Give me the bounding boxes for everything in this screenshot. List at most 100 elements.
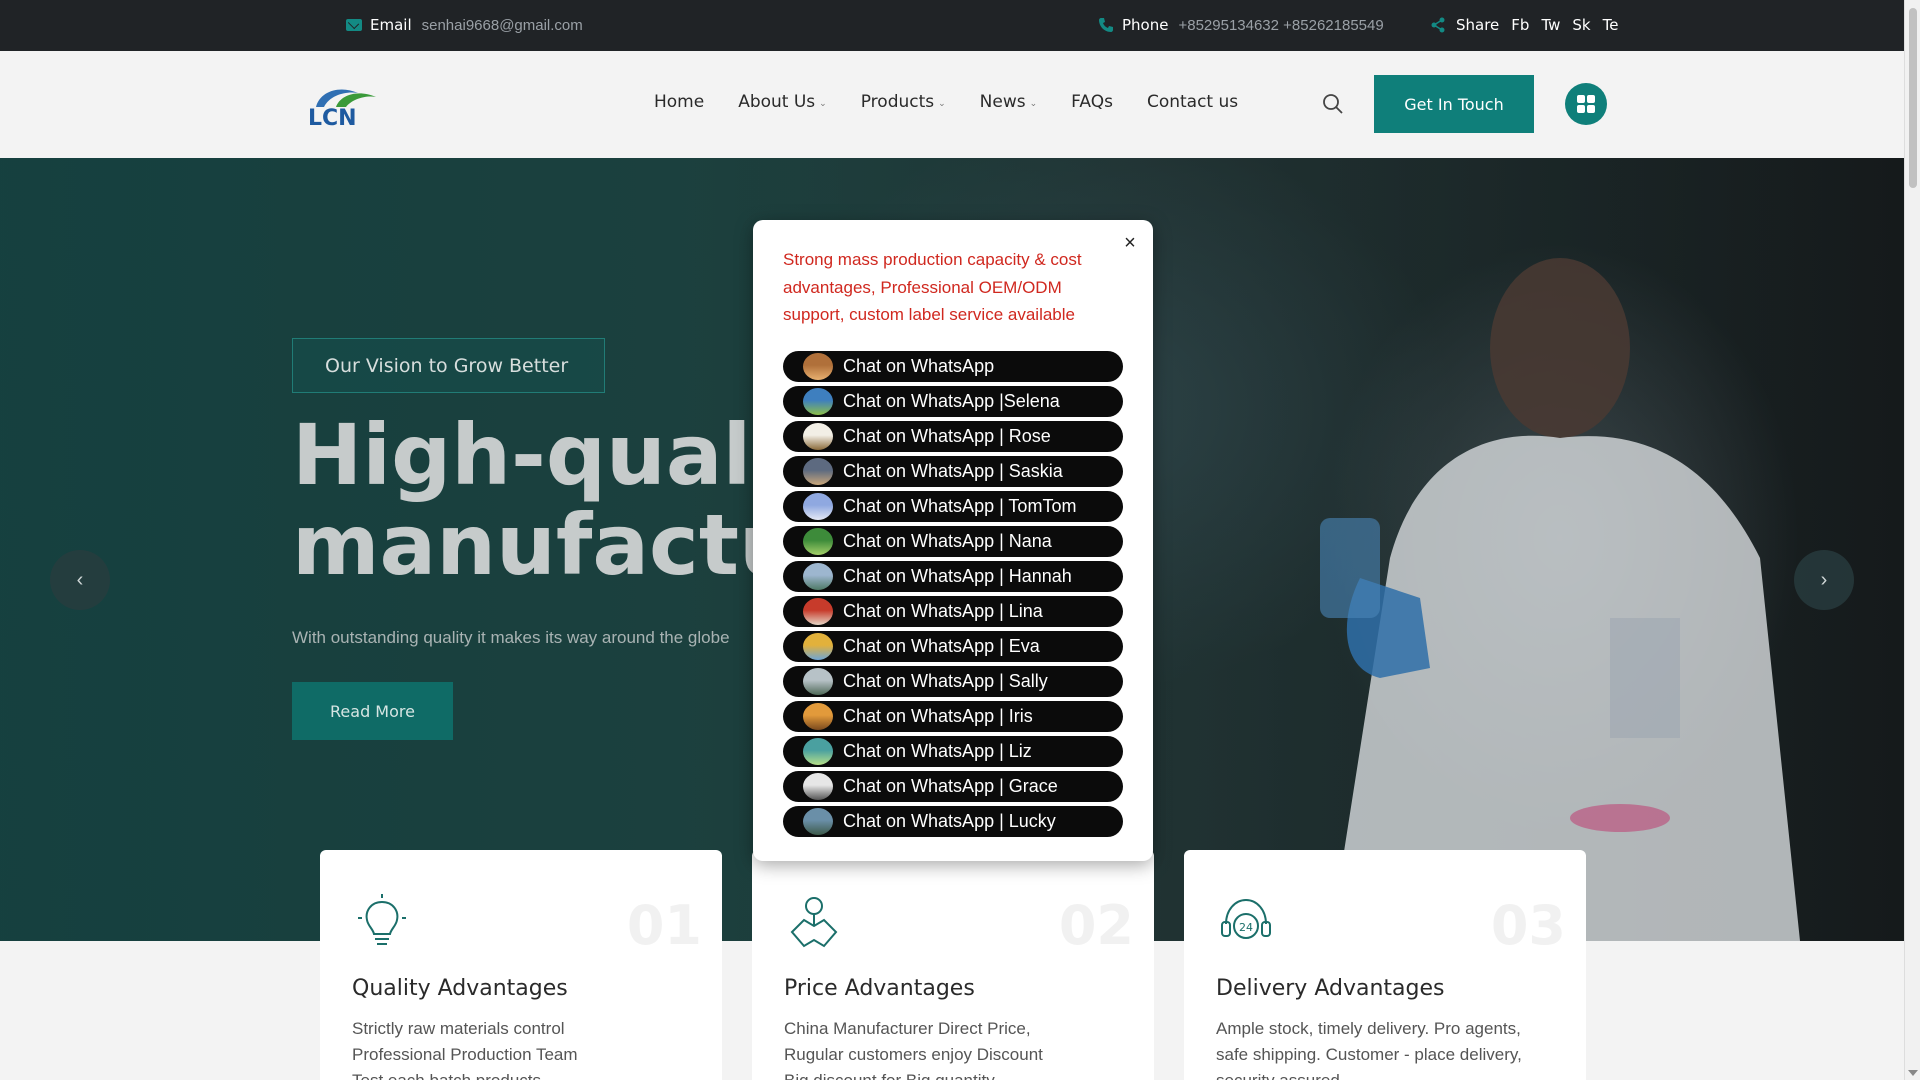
popup-message: Strong mass production capacity & cost a…	[783, 250, 1082, 324]
share-link-sk[interactable]: Sk	[1572, 16, 1590, 34]
avatar	[803, 528, 833, 555]
get-in-touch-button[interactable]: Get In Touch	[1374, 75, 1534, 133]
share-link-fb[interactable]: Fb	[1511, 16, 1529, 34]
avatar	[803, 598, 833, 625]
whatsapp-chat-button[interactable]: Chat on WhatsApp | TomTom	[783, 491, 1123, 522]
topbar-phone[interactable]: Phone +85295134632 +85262185549	[1098, 16, 1384, 34]
card-line: Professional Production Team	[352, 1045, 578, 1064]
whatsapp-chat-button[interactable]: Chat on WhatsApp | Lucky	[783, 806, 1123, 837]
hero-headline-line2: manufactur	[292, 496, 792, 590]
whatsapp-chat-label: Chat on WhatsApp | Sally	[843, 671, 1048, 691]
whatsapp-chat-button[interactable]: Chat on WhatsApp | Iris	[783, 701, 1123, 732]
scrollbar-thumb[interactable]	[1909, 8, 1917, 188]
card-line: Rugular customers enjoy Discount	[784, 1045, 1043, 1064]
card-title: Price Advantages	[784, 976, 975, 1001]
chevron-right-icon: ›	[1820, 568, 1828, 591]
whatsapp-chat-label: Chat on WhatsApp | Iris	[843, 706, 1033, 726]
whatsapp-chat-label: Chat on WhatsApp	[843, 356, 995, 376]
share-link-te[interactable]: Te	[1603, 16, 1619, 34]
advantage-card: 02 Price Advantages China Manufacturer D…	[752, 850, 1154, 1080]
grid-menu-button[interactable]	[1565, 83, 1607, 125]
nav-contact-us-label: Contact us	[1146, 92, 1239, 112]
advantage-card: 01 Quality Advantages Strictly raw mater…	[320, 850, 722, 1080]
topbar-share: Share Fb Tw Sk Te	[1430, 16, 1620, 34]
email-value[interactable]: senhai9668@gmail.com	[422, 17, 583, 34]
scroll-down-arrow-icon[interactable]	[1908, 1070, 1918, 1076]
whatsapp-chat-button[interactable]: Chat on WhatsApp | Liz	[783, 736, 1123, 767]
card-number: 02	[1058, 894, 1134, 957]
card-line: Test each batch products	[352, 1068, 578, 1080]
avatar	[803, 388, 833, 415]
slider-prev-button[interactable]: ‹	[50, 550, 110, 610]
whatsapp-chat-button[interactable]: Chat on WhatsApp | Grace	[783, 771, 1123, 802]
avatar	[803, 808, 833, 835]
whatsapp-chat-button[interactable]: Chat on WhatsApp | Sally	[783, 666, 1123, 697]
avatar	[803, 423, 833, 450]
phone-value[interactable]: +85295134632 +85262185549	[1178, 17, 1383, 34]
page-scrollbar[interactable]	[1904, 0, 1920, 1080]
grid-icon	[1577, 95, 1595, 113]
card-title: Delivery Advantages	[1216, 976, 1445, 1001]
whatsapp-chat-button[interactable]: Chat on WhatsApp | Eva	[783, 631, 1123, 662]
whatsapp-chat-label: Chat on WhatsApp | Eva	[843, 636, 1040, 656]
card-description: Ample stock, timely delivery. Pro agents…	[1216, 1016, 1522, 1080]
whatsapp-contact-list: Chat on WhatsApp Chat on WhatsApp |Selen…	[783, 351, 1123, 841]
share-label: Share	[1456, 16, 1500, 34]
whatsapp-chat-button[interactable]: Chat on WhatsApp | Saskia	[783, 456, 1123, 487]
whatsapp-chat-button[interactable]: Chat on WhatsApp |Selena	[783, 386, 1123, 417]
avatar	[803, 668, 833, 695]
read-more-button[interactable]: Read More	[292, 682, 453, 740]
phone-label: Phone	[1122, 16, 1169, 34]
search-icon[interactable]	[1322, 93, 1344, 115]
nav-products[interactable]: Products ⌄	[861, 92, 946, 112]
nav-home-label: Home	[654, 92, 705, 112]
whatsapp-chat-button[interactable]: Chat on WhatsApp | Hannah	[783, 561, 1123, 592]
hero-headline: High-qualit manufactur	[292, 410, 792, 590]
logo[interactable]: LCN	[306, 83, 386, 127]
email-label: Email	[370, 16, 412, 34]
whatsapp-chat-button[interactable]: Chat on WhatsApp | Lina	[783, 596, 1123, 627]
chevron-down-icon: ⌄	[938, 99, 946, 109]
share-link-tw[interactable]: Tw	[1541, 16, 1560, 34]
whatsapp-chat-button[interactable]: Chat on WhatsApp | Rose	[783, 421, 1123, 452]
whatsapp-chat-button[interactable]: Chat on WhatsApp	[783, 351, 1123, 382]
nav-faqs[interactable]: FAQs	[1071, 92, 1113, 112]
avatar	[803, 633, 833, 660]
nav-faqs-label: FAQs	[1071, 92, 1113, 112]
chevron-left-icon: ‹	[76, 568, 84, 591]
svg-text:24: 24	[1239, 921, 1253, 934]
whatsapp-chat-label: Chat on WhatsApp | Lucky	[843, 811, 1056, 831]
lightbulb-icon	[358, 894, 406, 945]
slider-next-button[interactable]: ›	[1794, 550, 1854, 610]
whatsapp-chat-label: Chat on WhatsApp | Hannah	[843, 566, 1072, 586]
hero-tagline: Our Vision to Grow Better	[292, 338, 605, 393]
card-line: security assured.	[1216, 1068, 1522, 1080]
topbar-email[interactable]: Email senhai9668@gmail.com	[346, 16, 583, 34]
card-line: China Manufacturer Direct Price,	[784, 1019, 1031, 1038]
avatar	[803, 458, 833, 485]
nav-products-label: Products	[860, 92, 935, 112]
avatar	[803, 353, 833, 380]
avatar	[803, 563, 833, 590]
whatsapp-chat-button[interactable]: Chat on WhatsApp | Nana	[783, 526, 1123, 557]
whatsapp-chat-label: Chat on WhatsApp | Rose	[843, 426, 1051, 446]
hero-headline-line1: High-qualit	[292, 410, 792, 504]
nav-contact-us[interactable]: Contact us	[1147, 92, 1238, 112]
whatsapp-chat-label: Chat on WhatsApp |Selena	[843, 391, 1060, 411]
nav-home[interactable]: Home	[654, 92, 704, 112]
card-line: Strictly raw materials control	[352, 1019, 565, 1038]
nav-about-us[interactable]: About Us ⌄	[738, 92, 827, 112]
card-line: Big discount for Big quantity	[784, 1068, 1043, 1080]
nav-news[interactable]: News ⌄	[980, 92, 1037, 112]
avatar	[803, 493, 833, 520]
close-icon[interactable]: ×	[1119, 232, 1141, 254]
card-line: Ample stock, timely delivery. Pro agents…	[1216, 1019, 1521, 1038]
handshake-icon	[790, 897, 838, 948]
hero-subtext: With outstanding quality it makes its wa…	[292, 628, 730, 647]
mail-icon	[346, 19, 362, 31]
advantage-card: 24 03 Delivery Advantages Ample stock, t…	[1184, 850, 1586, 1080]
whatsapp-chat-label: Chat on WhatsApp | Grace	[843, 776, 1058, 796]
card-description: Strictly raw materials control Professio…	[352, 1016, 578, 1080]
phone-icon	[1099, 18, 1113, 32]
card-title: Quality Advantages	[352, 976, 568, 1001]
